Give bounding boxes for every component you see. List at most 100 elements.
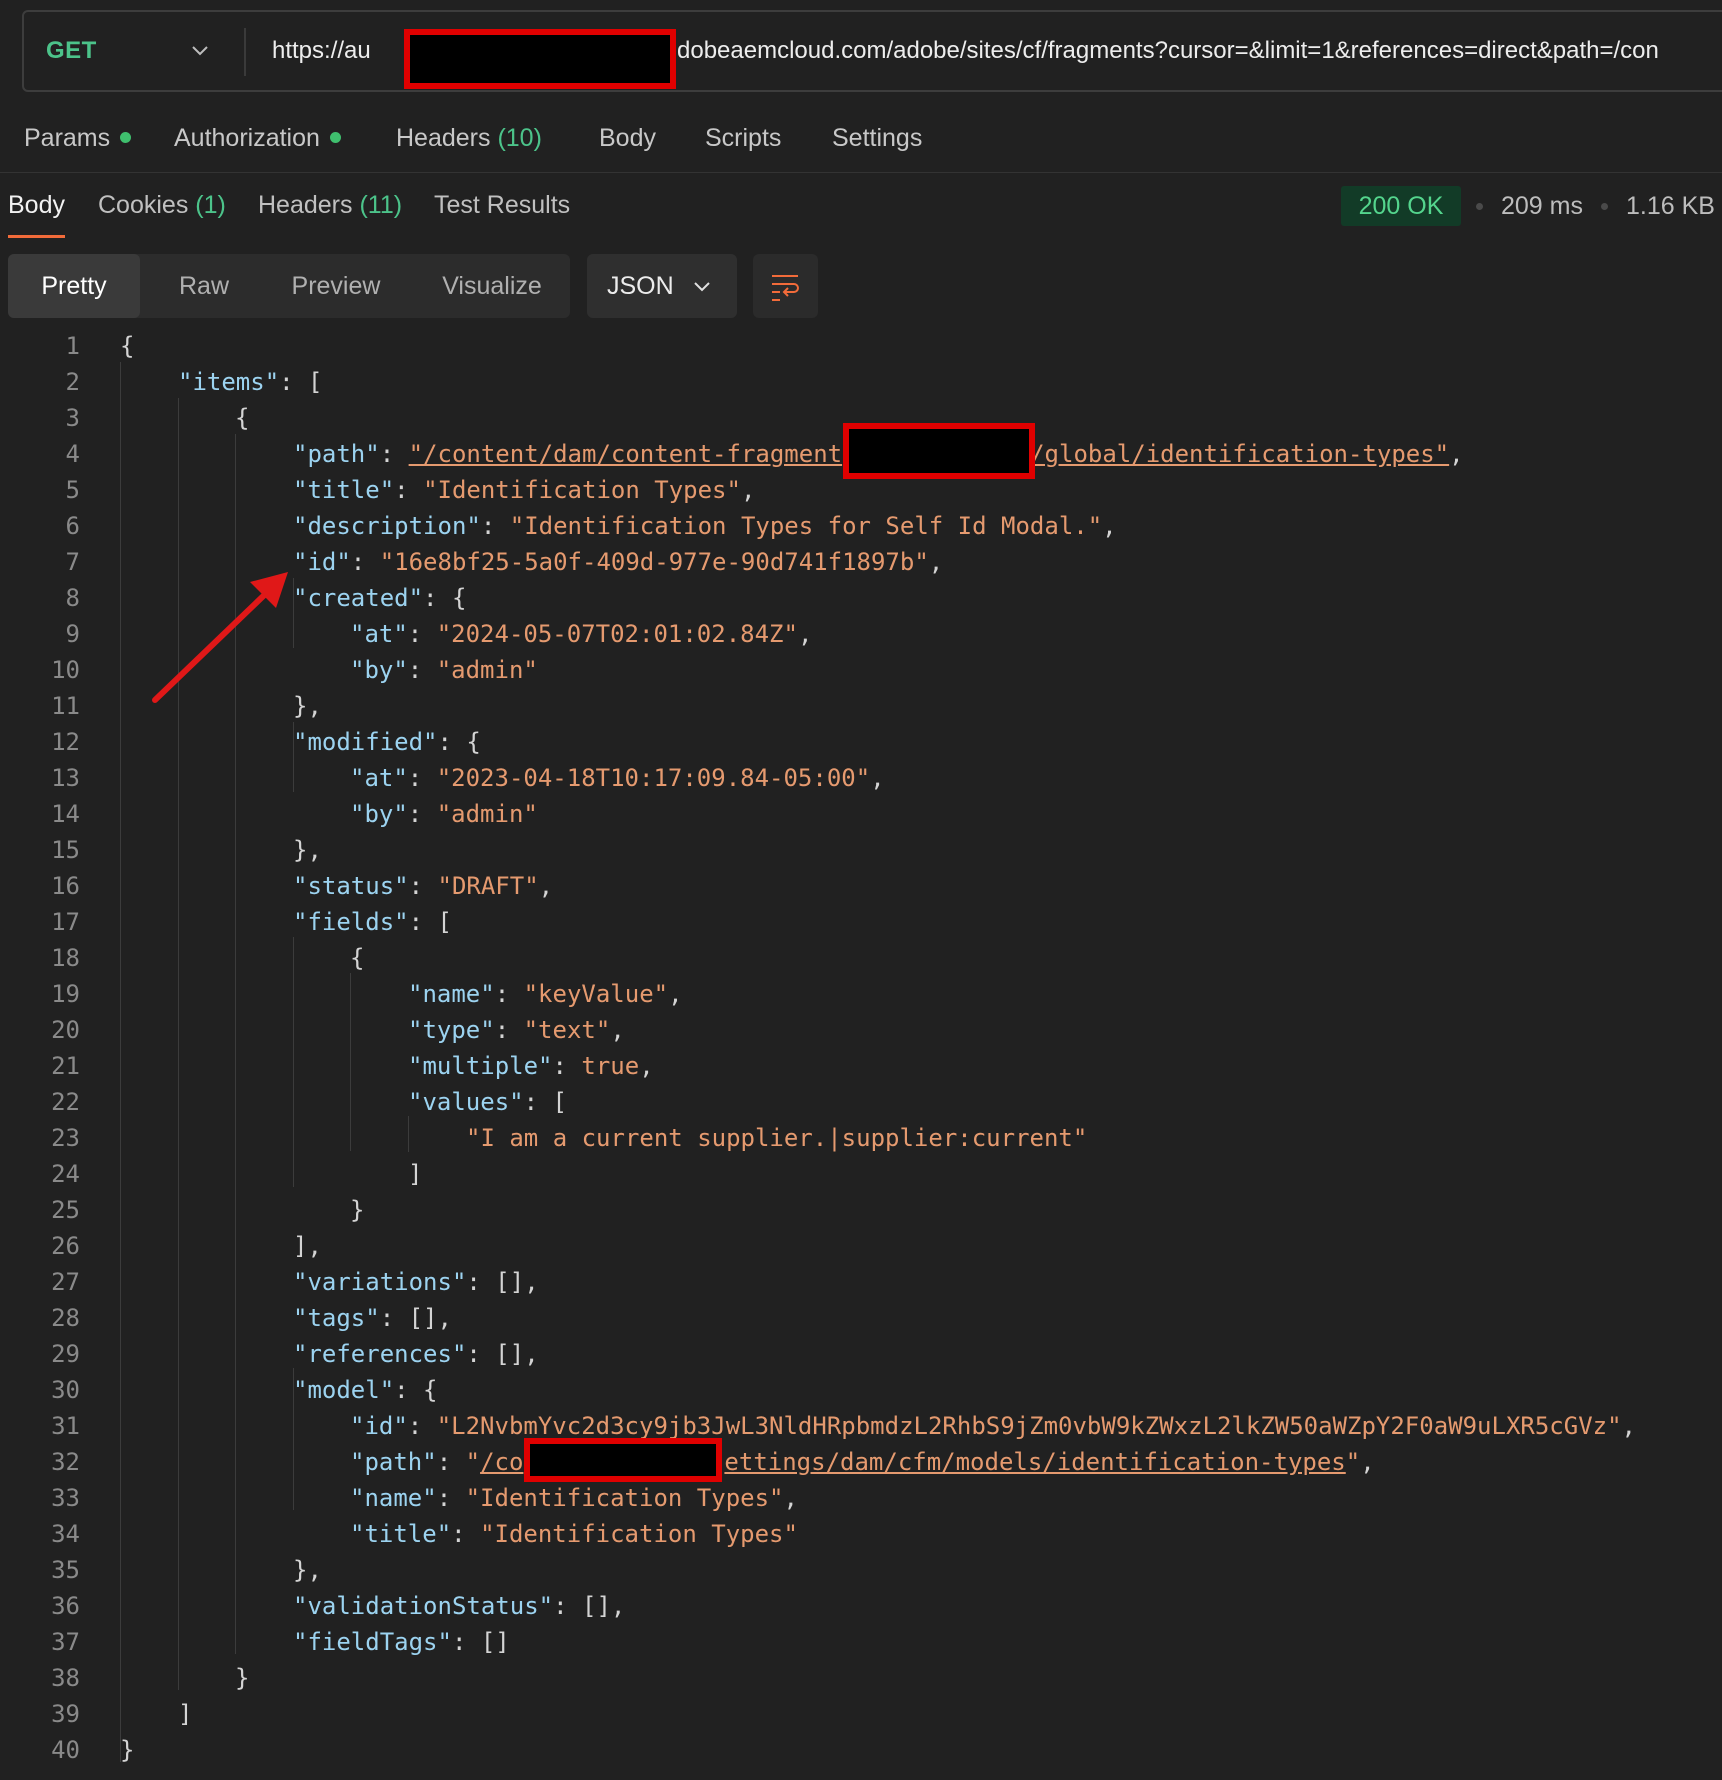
response-time[interactable]: 209 ms (1501, 186, 1583, 226)
line-number: 23 (51, 1124, 80, 1152)
line-number: 11 (51, 692, 80, 720)
json-punct: : [ (408, 908, 452, 936)
tab-settings[interactable]: Settings (832, 104, 922, 172)
code-text: } (350, 1196, 365, 1224)
json-punct: : (407, 656, 437, 684)
line-number: 2 (65, 368, 80, 396)
url-input[interactable]: https://au dobeaemcloud.com/adobe/sites/… (272, 12, 1659, 90)
view-visualize-button[interactable]: Visualize (422, 254, 562, 318)
code-text: }, (293, 1556, 322, 1584)
wrap-lines-icon (772, 275, 799, 301)
format-select[interactable]: JSON (587, 254, 737, 318)
response-tab-cookies[interactable]: Cookies (1) (98, 172, 226, 238)
line-number: 21 (51, 1052, 80, 1080)
tab-headers-label: Headers (396, 124, 491, 152)
response-headers-label: Headers (258, 191, 353, 219)
json-punct: : (436, 1448, 466, 1476)
json-key: "at" (350, 620, 408, 648)
separator-dot (1601, 203, 1608, 210)
tab-authorization[interactable]: Authorization (174, 104, 341, 172)
line-number: 27 (51, 1268, 80, 1296)
json-punct: : [ (279, 368, 323, 396)
indent-guide (350, 973, 351, 1151)
json-punct: : (436, 1484, 466, 1512)
method-select[interactable]: GET (46, 12, 97, 90)
json-key: "variations" (293, 1268, 467, 1296)
json-punct: : (350, 548, 380, 576)
redaction-box (404, 29, 676, 89)
cookies-count: (1) (195, 191, 226, 219)
view-preview-button[interactable]: Preview (270, 254, 402, 318)
json-viewer[interactable]: 1{ 2 "items": [ 3{ 4 "path": "/content/dam… (0, 328, 1722, 1780)
tab-headers[interactable]: Headers (10) (396, 104, 542, 172)
line-number: 6 (65, 512, 80, 540)
json-string: " (465, 1448, 481, 1476)
json-link[interactable]: "/content/dam/content-fragment (409, 440, 842, 468)
line-number: 29 (51, 1340, 80, 1368)
request-tabs: Params Authorization Headers (10) Body S… (0, 104, 1722, 173)
json-string: "2023-04-18T10:17:09.84-05:00" (436, 764, 871, 792)
url-text-end: dobeaemcloud.com/adobe/sites/cf/fragment… (677, 37, 1659, 64)
json-string: "Identification Types" (480, 1520, 798, 1548)
json-punct: : [], (466, 1268, 539, 1296)
json-key: "id" (350, 1412, 408, 1440)
json-key: "by" (350, 656, 408, 684)
response-tab-body[interactable]: Body (8, 172, 65, 238)
json-punct: : (408, 872, 438, 900)
view-raw-button[interactable]: Raw (158, 254, 250, 318)
json-key: "fieldTags" (293, 1628, 452, 1656)
cookies-label: Cookies (98, 191, 189, 219)
json-punct: : (407, 620, 437, 648)
json-punct: : (552, 1052, 582, 1080)
json-string: "Identification Types" (465, 1484, 784, 1512)
line-number: 30 (51, 1376, 80, 1404)
wrap-lines-button[interactable] (753, 254, 818, 318)
json-punct: : (379, 440, 409, 468)
redaction-box (843, 423, 1035, 479)
response-tab-test-results[interactable]: Test Results (434, 172, 570, 238)
line-number: 32 (51, 1448, 80, 1476)
json-punct: , (1621, 1412, 1636, 1440)
code-text: { (235, 404, 250, 432)
tab-params[interactable]: Params (24, 104, 132, 172)
json-link[interactable]: /co (480, 1448, 523, 1476)
json-string: "DRAFT" (437, 872, 539, 900)
line-number: 1 (65, 332, 80, 360)
json-string: "16e8bf25-5a0f-409d-977e-90d741f1897b" (379, 548, 929, 576)
status-badge[interactable]: 200 OK (1341, 186, 1461, 226)
line-number: 16 (51, 872, 80, 900)
json-string: "Identification Types for Self Id Modal.… (509, 512, 1103, 540)
url-text-start: https://au (272, 37, 371, 64)
indent-guide (120, 362, 121, 1762)
json-punct: : [], (379, 1304, 452, 1332)
line-number: 4 (65, 440, 80, 468)
view-pretty-button[interactable]: Pretty (8, 254, 140, 318)
code-text: ] (408, 1160, 423, 1188)
tab-body[interactable]: Body (599, 104, 656, 172)
params-indicator-dot (120, 131, 132, 143)
view-mode-group: Pretty Raw Preview Visualize (8, 254, 570, 318)
line-number: 24 (51, 1160, 80, 1188)
json-string: "I am a current supplier.|supplier:curre… (466, 1124, 1088, 1152)
line-number: 31 (51, 1412, 80, 1440)
json-punct: , (538, 872, 554, 900)
response-size[interactable]: 1.16 KB (1626, 186, 1715, 226)
line-number: 22 (51, 1088, 80, 1116)
json-link[interactable]: /global/identification-types" (1030, 440, 1449, 468)
line-number: 19 (51, 980, 80, 1008)
json-key: "name" (408, 980, 495, 1008)
json-key: "modified" (293, 728, 438, 756)
format-select-label: JSON (607, 272, 674, 300)
json-link[interactable]: ettings/dam/cfm/models/identification-ty… (724, 1448, 1345, 1476)
indent-guide (408, 1116, 409, 1152)
json-punct: : (407, 800, 437, 828)
json-punct: , (870, 764, 885, 792)
line-number: 34 (51, 1520, 80, 1548)
json-key: "id" (293, 548, 351, 576)
chevron-down-icon[interactable] (189, 39, 211, 61)
json-punct: , (1102, 512, 1117, 540)
response-tab-headers[interactable]: Headers (11) (258, 172, 402, 238)
json-punct: , (610, 1016, 625, 1044)
line-number: 25 (51, 1196, 80, 1224)
tab-scripts[interactable]: Scripts (705, 104, 781, 172)
